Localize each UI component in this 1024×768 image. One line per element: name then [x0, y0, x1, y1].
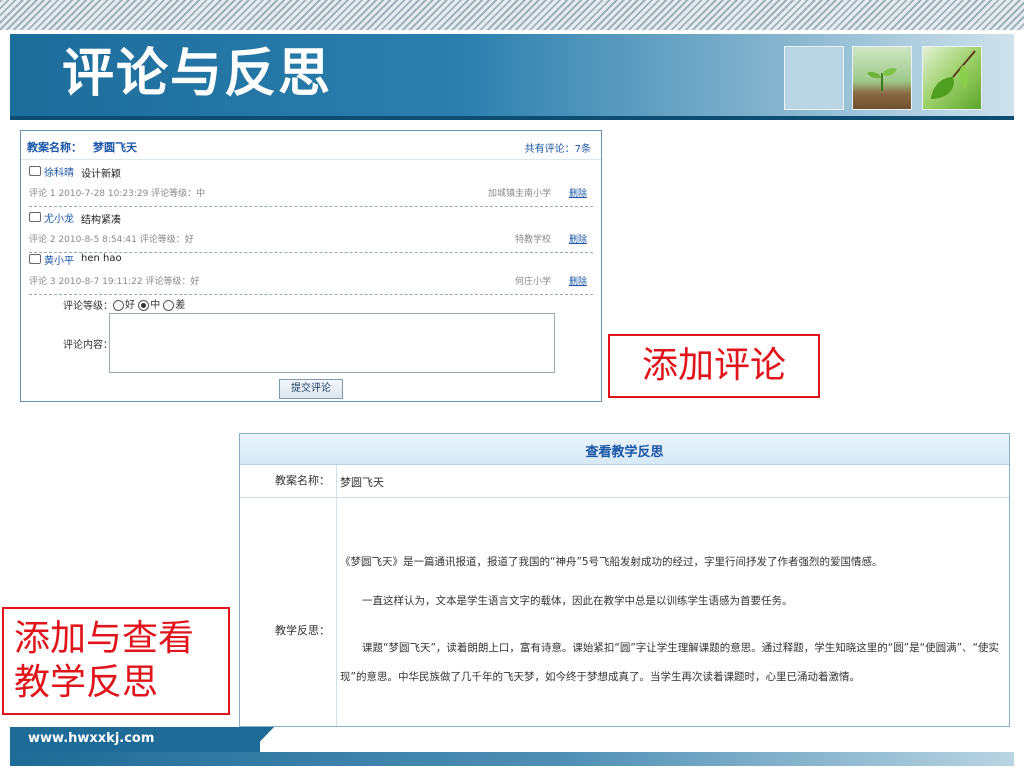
speech-bubble-icon	[29, 212, 41, 222]
comment-text: 设计新颖	[81, 169, 121, 180]
comment-school: 特教学校	[514, 235, 551, 245]
footer-line	[10, 752, 1014, 766]
comment-text: 结构紧凑	[81, 215, 121, 226]
comment-item: 徐科晴 设计新颖 评论 1 2010-7-28 10:23:29 评论等级：中 …	[29, 160, 593, 207]
reflection-header: 查看教学反思	[240, 434, 1009, 465]
comment-meta: 评论 1 2010-7-28 10:23:29 评论等级：中	[29, 189, 206, 199]
reflection-paragraph: 课题“梦圆飞天”，读着朗朗上口，富有诗意。课始紧扣“圆”字让学生理解课题的意思。…	[340, 642, 999, 683]
decor-tile-blank	[784, 46, 844, 110]
grade-label: 评论等级：	[63, 301, 113, 312]
reflection-name-row: 教案名称： 梦圆飞天	[240, 465, 1009, 498]
comment-school: 何庄小学	[514, 277, 551, 287]
footer-slant	[250, 727, 274, 752]
lesson-name-label: 教案名称：	[27, 141, 82, 154]
delete-comment-link[interactable]: 删除	[569, 232, 587, 245]
callout-line: 添加与查看	[14, 618, 195, 659]
grade-radio-medium[interactable]	[138, 299, 150, 311]
add-view-reflection-callout: 添加与查看 教学反思	[2, 607, 230, 715]
content-label: 评论内容：	[63, 340, 113, 351]
reflection-panel: 查看教学反思 教案名称： 梦圆飞天 教学反思： 《梦圆飞天》是一篇通讯报道，报道…	[239, 433, 1010, 727]
grade-radio-good[interactable]	[113, 299, 124, 311]
grade-option-label: 好	[125, 300, 135, 311]
comment-content-textarea[interactable]	[109, 313, 555, 373]
speech-bubble-icon	[29, 254, 41, 264]
page-title: 评论与反思	[62, 44, 333, 104]
reflection-name-label: 教案名称：	[275, 474, 330, 487]
comment-item: 尤小龙 结构紧凑 评论 2 2010-8-5 8:54:41 评论等级：好 特教…	[29, 206, 593, 253]
comment-panel-header: 教案名称： 梦圆飞天 共有评论：7条	[21, 131, 601, 160]
reflection-title: 查看教学反思	[585, 445, 664, 460]
add-comment-callout: 添加评论	[608, 334, 820, 398]
comment-count: 共有评论：7条	[524, 144, 591, 155]
comment-panel: 教案名称： 梦圆飞天 共有评论：7条 徐科晴 设计新颖 评论 1 2010-7-…	[20, 130, 602, 402]
delete-comment-link[interactable]: 删除	[569, 186, 587, 199]
seedling-image	[852, 46, 912, 110]
comment-user-link[interactable]: 黄小平	[29, 252, 74, 267]
grade-radio-poor[interactable]	[163, 299, 175, 311]
leaf-image	[922, 46, 982, 110]
top-hatch-band	[0, 0, 1024, 30]
comment-meta: 评论 2 2010-8-5 8:54:41 评论等级：好	[29, 235, 194, 245]
grade-radio-group: 好 中 差	[113, 296, 185, 311]
reflection-content-label: 教学反思：	[275, 624, 330, 637]
comment-user-link[interactable]: 徐科晴	[29, 164, 74, 179]
comment-user-link[interactable]: 尤小龙	[29, 210, 74, 225]
footer-url: www.hwxxkj.com	[28, 731, 155, 746]
callout-line: 教学反思	[14, 662, 159, 703]
grade-option-label: 差	[175, 300, 186, 311]
lesson-name: 梦圆飞天	[93, 141, 137, 154]
comment-school: 加城镇圭南小学	[487, 189, 551, 199]
submit-comment-button[interactable]: 提交评论	[279, 379, 343, 399]
comment-item: 黄小平 hen hao 评论 3 2010-8-7 19:11:22 评论等级：…	[29, 248, 593, 295]
comment-meta: 评论 3 2010-8-7 19:11:22 评论等级：好	[29, 277, 200, 287]
reflection-paragraph: 《梦圆飞天》是一篇通讯报道，报道了我国的“神舟”5号飞船发射成功的经过，字里行间…	[340, 556, 883, 568]
reflection-body: 《梦圆飞天》是一篇通讯报道，报道了我国的“神舟”5号飞船发射成功的经过，字里行间…	[340, 498, 1002, 726]
comment-text: hen hao	[81, 253, 122, 264]
reflection-paragraph: 一直这样认为，文本是学生语言文字的载体，因此在教学中总是以训练学生语感为首要任务…	[362, 595, 793, 607]
speech-bubble-icon	[29, 166, 41, 176]
reflection-name-value: 梦圆飞天	[340, 476, 384, 489]
delete-comment-link[interactable]: 删除	[569, 274, 587, 287]
grade-option-label: 中	[150, 300, 161, 311]
